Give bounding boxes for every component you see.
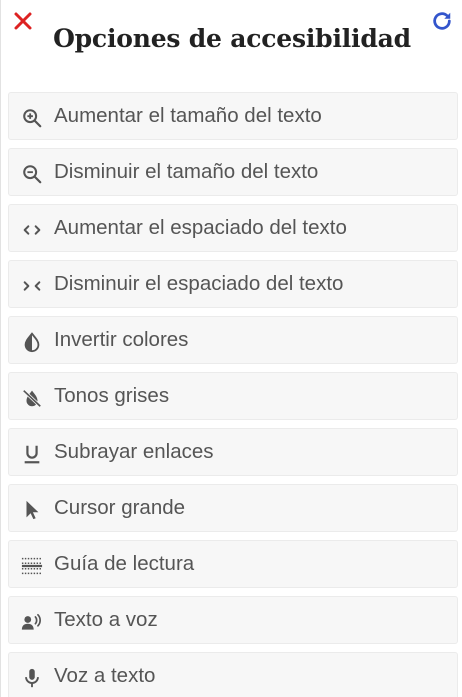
panel-title: Opciones de accesibilidad [53,24,411,53]
option-label: Disminuir el tamaño del texto [54,160,319,183]
speaker-icon [21,611,43,633]
contract-spacing-icon [21,275,43,297]
option-increase-text-spacing[interactable]: Aumentar el espaciado del texto [8,204,458,252]
grayscale-icon [21,387,43,409]
option-label: Guía de lectura [54,552,195,575]
option-label: Aumentar el tamaño del texto [54,104,322,127]
option-reading-guide[interactable]: Guía de lectura [8,540,458,588]
option-label: Cursor grande [54,496,186,519]
reading-guide-icon [21,555,43,577]
option-decrease-text-size[interactable]: Disminuir el tamaño del texto [8,148,458,196]
underline-icon [21,443,43,465]
option-speech-to-text[interactable]: Voz a texto [8,652,458,697]
zoom-in-icon [21,107,43,129]
option-label: Disminuir el espaciado del texto [54,272,344,295]
option-increase-text-size[interactable]: Aumentar el tamaño del texto [8,92,458,140]
option-text-to-speech[interactable]: Texto a voz [8,596,458,644]
option-label: Voz a texto [54,664,156,687]
microphone-icon [21,667,43,689]
options-list: Aumentar el tamaño del texto Disminuir e… [8,92,458,697]
zoom-out-icon [21,163,43,185]
option-large-cursor[interactable]: Cursor grande [8,484,458,532]
option-label: Invertir colores [54,328,189,351]
option-label: Aumentar el espaciado del texto [54,216,347,239]
option-underline-links[interactable]: Subrayar enlaces [8,428,458,476]
cursor-icon [21,499,43,521]
option-label: Subrayar enlaces [54,440,214,463]
accessibility-panel: Opciones de accesibilidad Aumentar el ta… [0,0,462,697]
option-label: Tonos grises [54,384,170,407]
option-decrease-text-spacing[interactable]: Disminuir el espaciado del texto [8,260,458,308]
option-invert-colors[interactable]: Invertir colores [8,316,458,364]
invert-colors-icon [21,331,43,353]
expand-spacing-icon [21,219,43,241]
option-grayscale[interactable]: Tonos grises [8,372,458,420]
option-label: Texto a voz [54,608,158,631]
